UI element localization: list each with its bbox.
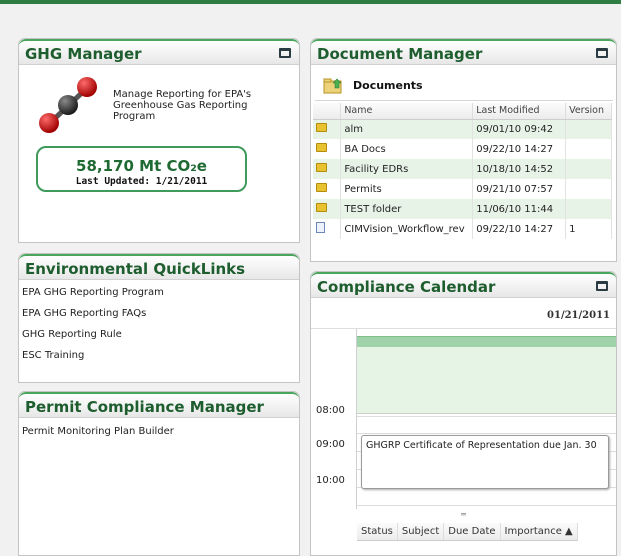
status-column-header[interactable]: Status: [357, 523, 398, 541]
table-row[interactable]: CIMVision_Workflow_rev 09/22/10 14:27 1: [313, 219, 612, 239]
folder-icon: [316, 163, 327, 172]
time-column: 08:00 09:00 10:00: [311, 329, 357, 509]
due-date-column-header[interactable]: Due Date: [443, 523, 501, 541]
row-icon-cell: [313, 199, 342, 219]
calendar-date: 01/21/2011: [547, 310, 610, 321]
maximize-icon[interactable]: [279, 48, 291, 58]
all-day-bar: [357, 336, 616, 347]
document-manager-header: Document Manager: [311, 39, 616, 65]
row-icon-cell: [313, 159, 342, 179]
grid-line: [357, 505, 616, 506]
table-row[interactable]: TEST folder 11/06/10 11:44: [313, 199, 612, 219]
table-row[interactable]: Permits 09/21/10 07:57: [313, 179, 612, 199]
folder-icon: [316, 183, 327, 192]
co2-molecule-icon: [39, 77, 97, 133]
quicklink-epa-ghg-program[interactable]: EPA GHG Reporting Program: [19, 282, 299, 303]
maximize-icon[interactable]: [596, 281, 608, 291]
table-row[interactable]: BA Docs 09/22/10 14:27: [313, 139, 612, 159]
doc-modified: 09/22/10 14:27: [472, 219, 567, 239]
folder-icon: [316, 203, 327, 212]
permit-monitoring-plan-link[interactable]: Permit Monitoring Plan Builder: [19, 418, 299, 442]
doc-version: 1: [565, 219, 612, 239]
quicklinks-panel: Environmental QuickLinks EPA GHG Reporti…: [18, 253, 300, 383]
ghg-description: Manage Reporting for EPA's Greenhouse Ga…: [113, 89, 252, 122]
doc-modified: 09/21/10 07:57: [472, 179, 567, 199]
documents-title: Documents: [353, 79, 423, 92]
document-manager-panel: Document Manager Documents Name Last Mod…: [310, 38, 617, 262]
table-row[interactable]: alm 09/01/10 09:42: [313, 119, 612, 139]
permit-manager-panel: Permit Compliance Manager Permit Monitor…: [18, 391, 300, 556]
row-icon-cell: [313, 179, 342, 199]
doc-name[interactable]: alm: [340, 119, 474, 139]
icon-column-header: [313, 103, 342, 120]
emissions-summary-box[interactable]: 58,170 Mt CO₂e Last Updated: 1/21/2011: [36, 146, 247, 192]
compliance-calendar-title: Compliance Calendar: [317, 278, 496, 296]
last-modified-column-header[interactable]: Last Modified: [472, 103, 567, 120]
compliance-calendar-panel: Compliance Calendar 01/21/2011 08:00 09:…: [310, 271, 617, 556]
table-row[interactable]: Facility EDRs 10/18/10 14:52: [313, 159, 612, 179]
doc-name[interactable]: Permits: [340, 179, 474, 199]
maximize-icon[interactable]: [596, 48, 608, 58]
row-icon-cell: [313, 139, 342, 159]
file-icon: [316, 222, 325, 233]
ghg-manager-header: GHG Manager: [19, 39, 299, 65]
doc-modified: 10/18/10 14:52: [472, 159, 567, 179]
grid-line: [357, 416, 616, 417]
document-manager-title: Document Manager: [317, 45, 483, 63]
time-label: 10:00: [316, 475, 345, 486]
name-column-header[interactable]: Name: [340, 103, 474, 120]
splitter-handle[interactable]: ═: [311, 510, 616, 520]
all-day-area[interactable]: [357, 347, 616, 414]
folder-icon: [316, 143, 327, 152]
doc-name[interactable]: TEST folder: [340, 199, 474, 219]
folder-icon: [316, 123, 327, 133]
doc-modified: 11/06/10 11:44: [472, 199, 567, 219]
doc-modified: 09/22/10 14:27: [472, 139, 567, 159]
version-column-header[interactable]: Version: [565, 103, 612, 120]
quicklinks-title: Environmental QuickLinks: [25, 260, 246, 278]
ghg-manager-panel: GHG Manager Manage Reporting for EPA's G…: [18, 38, 300, 243]
doc-name[interactable]: CIMVision_Workflow_rev: [340, 219, 474, 239]
doc-version: [565, 159, 612, 179]
doc-name[interactable]: BA Docs: [340, 139, 474, 159]
emissions-value: 58,170 Mt CO₂e: [76, 157, 207, 175]
quicklink-epa-ghg-faqs[interactable]: EPA GHG Reporting FAQs: [19, 303, 299, 324]
compliance-calendar-header: Compliance Calendar: [311, 272, 616, 298]
doc-version: [565, 179, 612, 199]
permit-manager-title: Permit Compliance Manager: [25, 398, 264, 416]
ghg-manager-title: GHG Manager: [25, 45, 142, 63]
doc-name[interactable]: Facility EDRs: [340, 159, 474, 179]
row-icon-cell: [313, 219, 342, 239]
doc-version: [565, 139, 612, 159]
documents-toolbar: Documents: [315, 69, 613, 101]
folder-up-icon[interactable]: [323, 77, 343, 95]
subject-column-header[interactable]: Subject: [397, 523, 445, 541]
quicklinks-header: Environmental QuickLinks: [19, 254, 299, 280]
doc-version: [565, 119, 612, 139]
last-updated-text: Last Updated: 1/21/2011: [75, 176, 208, 187]
documents-table: Name Last Modified Version alm 09/01/10 …: [313, 103, 612, 239]
grid-line: [357, 433, 616, 434]
quicklink-ghg-rule[interactable]: GHG Reporting Rule: [19, 324, 299, 345]
permit-manager-header: Permit Compliance Manager: [19, 392, 299, 418]
time-label: 08:00: [316, 405, 345, 416]
top-accent-line: [0, 0, 621, 4]
doc-modified: 09/01/10 09:42: [472, 119, 567, 139]
quicklink-esc-training[interactable]: ESC Training: [19, 345, 299, 366]
time-label: 09:00: [316, 439, 345, 450]
doc-version: [565, 199, 612, 219]
calendar-event[interactable]: GHGRP Certificate of Representation due …: [361, 435, 609, 489]
importance-column-header[interactable]: Importance ▲: [500, 523, 578, 541]
tasks-table: Status Subject Due Date Importance ▲: [357, 523, 578, 541]
row-icon-cell: [313, 119, 342, 139]
